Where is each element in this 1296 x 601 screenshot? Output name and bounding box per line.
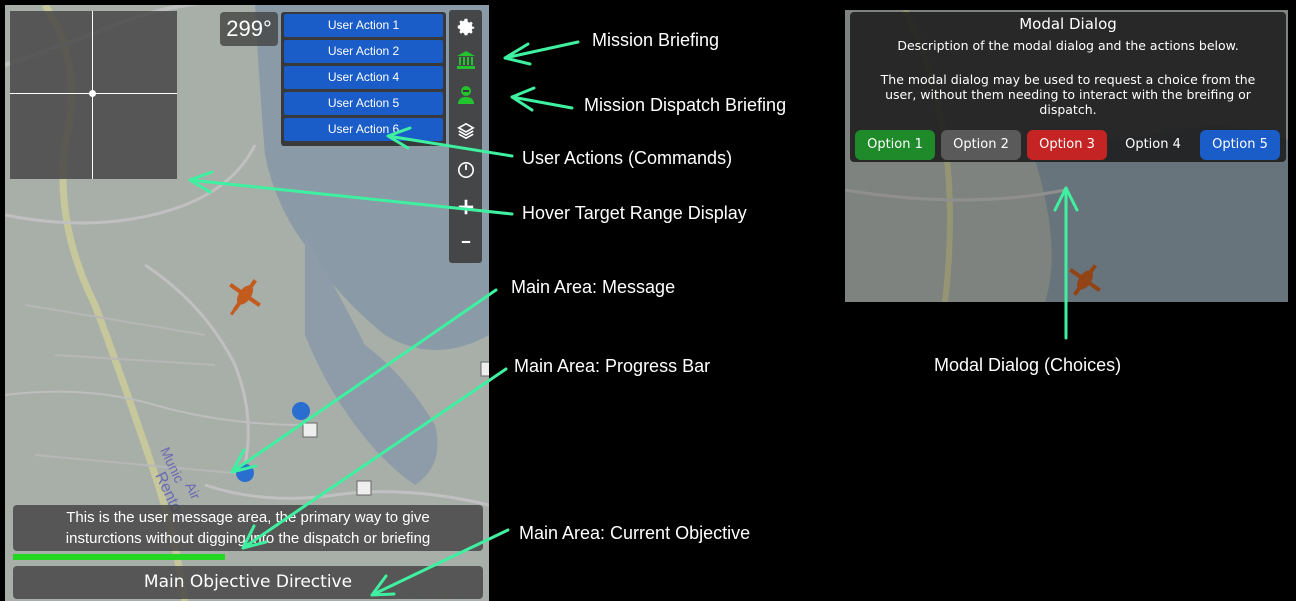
hover-target-range-display — [10, 11, 177, 179]
annotation-mission-dispatch-briefing: Mission Dispatch Briefing — [584, 95, 787, 115]
modal-body: The modal dialog may be used to request … — [852, 72, 1284, 117]
message-area: This is the user message area, the prima… — [13, 505, 483, 551]
modal-title: Modal Dialog — [1019, 15, 1117, 33]
annotation-message: Main Area: Message — [511, 277, 676, 297]
user-action-4-button[interactable]: User Action 4 — [284, 66, 443, 89]
progress-bar — [13, 554, 483, 560]
dispatch-icon[interactable] — [449, 80, 482, 110]
map-toolbar — [449, 10, 482, 263]
gear-icon[interactable] — [449, 12, 482, 42]
zoom-in-icon[interactable] — [449, 192, 482, 222]
timer-icon[interactable] — [449, 155, 482, 185]
annotation-mission-briefing: Mission Briefing — [592, 30, 720, 50]
annotation-hover-target: Hover Target Range Display — [522, 203, 747, 223]
arrow-mission-briefing — [503, 40, 580, 66]
option-4-button[interactable]: Option 4 — [1113, 130, 1193, 160]
modal-body-line-1: The modal dialog may be used to request … — [880, 72, 1256, 87]
annotation-objective: Main Area: Current Objective — [519, 523, 751, 543]
layers-icon[interactable] — [449, 116, 482, 146]
user-action-1-button[interactable]: User Action 1 — [284, 14, 443, 37]
message-line-1: This is the user message area, the prima… — [66, 509, 430, 526]
option-1-button[interactable]: Option 1 — [855, 130, 935, 160]
modal-body-line-2: user, without them needing to interact w… — [885, 87, 1251, 102]
modal-description: Description of the modal dialog and the … — [897, 38, 1239, 53]
heading-display: 299° — [220, 12, 278, 46]
option-3-button[interactable]: Option 3 — [1027, 130, 1107, 160]
progress-bar-fill — [13, 554, 225, 560]
modal-dialog: Modal Dialog Description of the modal di… — [850, 12, 1286, 162]
message-line-2: insturctions without digging into the di… — [65, 530, 431, 547]
option-5-button[interactable]: Option 5 — [1200, 130, 1280, 160]
zoom-out-icon[interactable] — [449, 227, 482, 257]
option-2-button[interactable]: Option 2 — [941, 130, 1021, 160]
crosshair-center-dot — [89, 90, 96, 97]
user-action-5-button[interactable]: User Action 5 — [284, 92, 443, 115]
briefing-icon[interactable] — [449, 45, 482, 75]
annotation-modal: Modal Dialog (Choices) — [934, 355, 1122, 375]
annotation-user-actions: User Actions (Commands) — [522, 148, 733, 168]
user-action-6-button[interactable]: User Action 6 — [284, 118, 443, 141]
user-action-2-button[interactable]: User Action 2 — [284, 40, 443, 63]
arrow-dispatch-briefing — [510, 86, 574, 112]
annotation-progress: Main Area: Progress Bar — [514, 356, 711, 376]
map-attribution[interactable]: © OpenStreetMap contributors — [358, 590, 467, 599]
modal-body-line-3: dispatch. — [1039, 102, 1097, 117]
user-actions-panel: User Action 1 User Action 2 User Action … — [281, 12, 446, 146]
